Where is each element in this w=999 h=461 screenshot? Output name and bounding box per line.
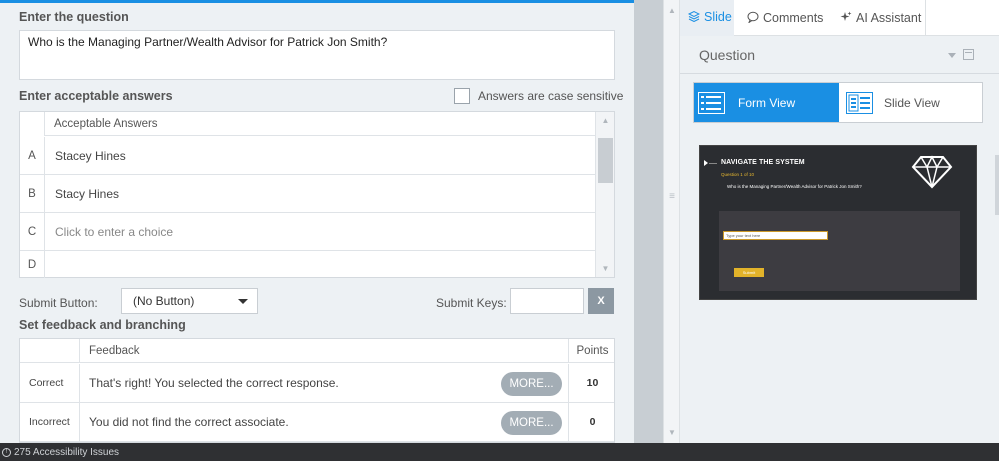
form-view-label: Form View: [738, 95, 796, 110]
diamond-icon: [911, 155, 953, 189]
tab-label: Comments: [763, 11, 824, 25]
points-value[interactable]: 10: [568, 364, 614, 402]
section-title: Question: [699, 47, 756, 63]
case-sensitive-checkbox[interactable]: [454, 88, 470, 104]
answer-row[interactable]: C Click to enter a choice: [20, 213, 596, 251]
panel-scrollbar[interactable]: [995, 155, 999, 215]
scrollbar-thumb[interactable]: [598, 138, 613, 183]
scroll-down-icon[interactable]: ▼: [596, 264, 615, 273]
feedback-text[interactable]: That's right! You selected the correct r…: [79, 364, 568, 402]
feedback-type: Correct: [29, 377, 64, 389]
submit-button-select[interactable]: (No Button): [121, 288, 258, 314]
info-circle-icon: !: [2, 447, 11, 457]
answer-letter: B: [28, 187, 36, 200]
slide-preview[interactable]: NAVIGATE THE SYSTEM Question 1 of 10 Who…: [699, 145, 977, 300]
question-text-field[interactable]: Who is the Managing Partner/Wealth Advis…: [19, 30, 615, 80]
properties-panel: Slide Comments AI Assistant Question For…: [680, 0, 999, 443]
slide-view-label: Slide View: [884, 95, 940, 110]
answer-row[interactable]: B Stacy Hines: [20, 175, 596, 213]
popout-window-icon[interactable]: [963, 49, 974, 60]
feedback-row-correct: Correct That's right! You selected the c…: [20, 364, 614, 403]
clear-keys-button[interactable]: X: [588, 288, 614, 314]
answer-text[interactable]: Stacey Hines: [44, 137, 596, 174]
preview-submit-button: Submit: [734, 268, 764, 277]
comment-bubble-icon: [747, 11, 759, 26]
preview-question-number: Question 1 of 10: [721, 172, 755, 177]
preview-title: NAVIGATE THE SYSTEM: [721, 159, 805, 166]
answer-letter: A: [28, 149, 36, 162]
points-column-header: Points: [568, 339, 614, 363]
preview-question-text: Who is the Managing Partner/Wealth Advis…: [727, 184, 862, 189]
feedback-table: Feedback Points Correct That's right! Yo…: [19, 338, 615, 443]
slide-layers-icon: [687, 10, 701, 25]
case-sensitive-label: Answers are case sensitive: [478, 89, 624, 103]
feedback-type: Incorrect: [29, 416, 70, 428]
submit-keys-input[interactable]: [510, 288, 584, 314]
answer-text[interactable]: [44, 251, 596, 278]
view-toggle: Form View Slide View: [693, 82, 983, 123]
grip-icon[interactable]: ≡: [667, 192, 677, 202]
feedback-row-incorrect: Incorrect You did not find the correct a…: [20, 403, 614, 442]
pane-splitter[interactable]: ▲ ≡ ▼: [663, 0, 680, 443]
tab-label: AI Assistant: [856, 11, 922, 25]
tabs-divider: [925, 0, 926, 36]
pane-gutter: [634, 0, 663, 443]
answer-letter: C: [27, 225, 37, 238]
case-sensitive-option[interactable]: Answers are case sensitive: [454, 88, 623, 104]
answers-scrollbar[interactable]: ▲ ▼: [595, 112, 614, 277]
tab-comments[interactable]: Comments: [747, 0, 823, 36]
answers-column-header: Acceptable Answers: [44, 112, 596, 136]
panel-tabs: Slide Comments AI Assistant: [680, 0, 999, 36]
sparkle-icon: [840, 11, 852, 26]
feedback-column-header: Feedback: [79, 339, 568, 363]
preview-answer-area: [719, 211, 960, 291]
tab-label: Slide: [704, 10, 732, 24]
tab-ai-assistant[interactable]: AI Assistant: [840, 0, 921, 36]
answer-row[interactable]: D: [20, 251, 596, 278]
answer-text-placeholder[interactable]: Click to enter a choice: [44, 213, 596, 250]
more-button[interactable]: MORE...: [501, 411, 562, 435]
answer-letter: D: [27, 258, 37, 271]
slide-view-button[interactable]: Slide View: [839, 83, 983, 122]
accessibility-issues[interactable]: 275 Accessibility Issues: [14, 447, 119, 458]
tab-slide[interactable]: Slide: [680, 0, 734, 36]
feedback-text[interactable]: You did not find the correct associate.: [79, 403, 568, 441]
submit-button-label: Submit Button:: [19, 296, 98, 310]
form-view-button[interactable]: Form View: [694, 83, 839, 122]
points-value[interactable]: 0: [568, 403, 614, 441]
scroll-down-icon[interactable]: ▼: [664, 428, 680, 437]
chevron-down-icon: [238, 299, 248, 304]
question-label: Enter the question: [19, 10, 129, 24]
scroll-up-icon[interactable]: ▲: [596, 116, 615, 125]
submit-keys-label: Submit Keys:: [436, 296, 507, 310]
question-section-header: Question: [680, 37, 999, 74]
feedback-table-header: Feedback Points: [20, 339, 614, 363]
play-marker-icon: [704, 160, 708, 166]
submit-button-value: (No Button): [133, 294, 195, 308]
question-form-panel: Enter the question Who is the Managing P…: [0, 3, 634, 443]
form-view-icon: [698, 91, 725, 114]
collapse-caret-icon[interactable]: [948, 53, 956, 58]
answer-row[interactable]: A Stacey Hines: [20, 137, 596, 175]
scroll-up-icon[interactable]: ▲: [664, 6, 680, 15]
answers-table: Acceptable Answers A Stacey Hines B Stac…: [19, 111, 615, 278]
answer-text[interactable]: Stacy Hines: [44, 175, 596, 212]
status-bar: ! 275 Accessibility Issues: [0, 443, 999, 461]
feedback-section-label: Set feedback and branching: [19, 318, 186, 332]
slide-view-icon: [846, 91, 873, 114]
answers-label: Enter acceptable answers: [19, 89, 173, 103]
more-button[interactable]: MORE...: [501, 372, 562, 396]
preview-text-entry: Type your text here: [723, 231, 828, 240]
title-rule: [709, 163, 717, 164]
